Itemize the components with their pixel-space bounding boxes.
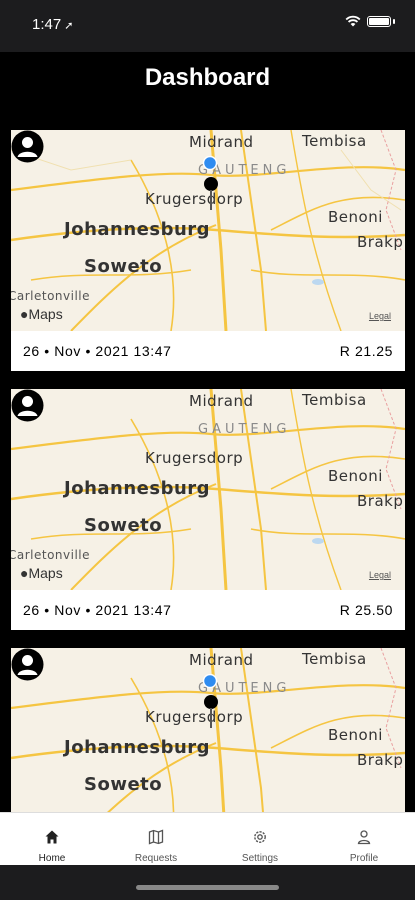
map-label-brakpan: Brakp — [357, 751, 404, 769]
map-label-midrand: Midrand — [189, 133, 254, 151]
maps-logo-text: Maps — [28, 565, 63, 581]
avatar-icon — [11, 389, 44, 422]
avatar-icon — [11, 648, 44, 681]
location-arrow-icon: ➚ — [64, 20, 74, 32]
end-pin-icon — [204, 177, 218, 210]
trip-card[interactable]: Midrand Tembisa GAUTENG Krugersdorp Beno… — [11, 130, 405, 371]
maps-logo-text: Maps — [28, 306, 63, 322]
battery-icon — [367, 15, 391, 27]
header: Dashboard — [0, 52, 415, 112]
tab-settings[interactable]: Settings — [208, 813, 312, 866]
trip-date: 26 • Nov • 2021 13:47 — [23, 602, 172, 618]
tab-requests[interactable]: Requests — [104, 813, 208, 866]
map-label-brakpan: Brakp — [357, 233, 404, 251]
trip-date: 26 • Nov • 2021 13:47 — [23, 343, 172, 359]
map-label-soweto: Soweto — [84, 774, 163, 795]
map-label-soweto: Soweto — [84, 515, 163, 536]
home-indicator-area — [0, 865, 415, 900]
map-icon — [148, 829, 164, 845]
tab-label: Profile — [349, 853, 379, 864]
trip-feed[interactable]: Midrand Tembisa GAUTENG Krugersdorp Beno… — [0, 112, 415, 812]
trip-info-row: 26 • Nov • 2021 13:47 R 25.50 — [11, 590, 405, 630]
map-legal-link[interactable]: Legal — [369, 311, 391, 321]
map-label-carletonville: Carletonville — [11, 289, 91, 303]
map-legal-link[interactable]: Legal — [369, 570, 391, 580]
trip-info-row: 26 • Nov • 2021 13:47 R 21.25 — [11, 331, 405, 371]
page-title: Dashboard — [144, 64, 271, 91]
tab-home[interactable]: Home — [0, 813, 104, 866]
status-bar: 1:47 ➚ — [0, 0, 415, 52]
map-label-tembisa: Tembisa — [302, 391, 367, 409]
home-indicator[interactable] — [136, 885, 279, 890]
apple-maps-logo: ●Maps — [20, 565, 63, 581]
map-label-carletonville: Carletonville — [11, 548, 91, 562]
wifi-icon — [345, 15, 361, 27]
home-icon — [45, 830, 59, 844]
person-icon — [357, 830, 371, 845]
map-label-benoni: Benoni — [328, 208, 383, 226]
map-label-gauteng: GAUTENG — [198, 422, 291, 437]
trip-map[interactable]: Midrand Tembisa GAUTENG Krugersdorp Beno… — [11, 648, 405, 812]
map-label-brakpan: Brakp — [357, 492, 404, 510]
map-label-johannesburg: Johannesburg — [64, 219, 211, 240]
trip-map[interactable]: Midrand Tembisa GAUTENG Krugersdorp Beno… — [11, 389, 405, 590]
map-label-krugersdorp: Krugersdorp — [145, 708, 244, 726]
map-label-midrand: Midrand — [189, 392, 254, 410]
trip-card[interactable]: Midrand Tembisa GAUTENG Krugersdorp Beno… — [11, 389, 405, 630]
tab-profile[interactable]: Profile — [312, 813, 415, 866]
map-label-johannesburg: Johannesburg — [64, 737, 211, 758]
status-icons — [345, 15, 395, 27]
tab-label: Requests — [134, 853, 178, 864]
map-label-tembisa: Tembisa — [302, 650, 367, 668]
tab-label: Home — [38, 853, 66, 864]
avatar-icon — [11, 130, 44, 163]
map-label-krugersdorp: Krugersdorp — [145, 190, 244, 208]
tab-label: Settings — [241, 853, 279, 864]
trip-map[interactable]: Midrand Tembisa GAUTENG Krugersdorp Beno… — [11, 130, 405, 331]
map-label-tembisa: Tembisa — [302, 132, 367, 150]
map-label-midrand: Midrand — [189, 651, 254, 669]
map-label-benoni: Benoni — [328, 726, 383, 744]
map-label-soweto: Soweto — [84, 256, 163, 277]
trip-price: R 25.50 — [339, 602, 393, 618]
gear-icon — [254, 831, 266, 843]
trip-card[interactable]: Midrand Tembisa GAUTENG Krugersdorp Beno… — [11, 648, 405, 812]
end-pin-icon — [204, 695, 218, 728]
map-label-johannesburg: Johannesburg — [64, 478, 211, 499]
status-time: 1:47 ➚ — [32, 16, 73, 33]
map-label-krugersdorp: Krugersdorp — [145, 449, 244, 467]
clock-text: 1:47 — [32, 16, 62, 33]
apple-maps-logo: ●Maps — [20, 306, 63, 322]
map-label-benoni: Benoni — [328, 467, 383, 485]
trip-price: R 21.25 — [339, 343, 393, 359]
tab-bar: Home Requests Settings Profile — [0, 812, 415, 866]
battery-tip — [393, 18, 395, 24]
